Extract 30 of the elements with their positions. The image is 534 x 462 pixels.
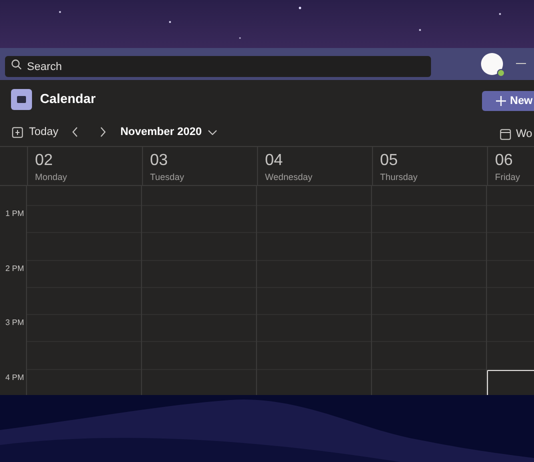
view-switcher[interactable]: Wo <box>500 126 532 142</box>
weekday-label: Tuesday <box>150 171 184 184</box>
weekday-label: Monday <box>35 171 68 184</box>
search-field[interactable]: Search <box>5 56 431 77</box>
day-number: 03 <box>150 151 168 171</box>
search-icon <box>11 58 22 70</box>
avatar[interactable] <box>481 53 503 75</box>
previous-icon[interactable] <box>72 127 78 137</box>
weekday-label: Friday <box>495 171 520 184</box>
weekday-label: Thursday <box>380 171 418 184</box>
weekday-label: Wednesday <box>265 171 312 184</box>
page-title: Calendar <box>40 90 96 108</box>
minimize-icon[interactable] <box>516 63 526 65</box>
day-number: 06 <box>495 151 513 171</box>
next-icon[interactable] <box>100 127 106 137</box>
plus-icon <box>496 96 506 106</box>
today-button[interactable]: Today <box>12 124 58 140</box>
chevron-down-icon <box>208 130 217 134</box>
day-number: 04 <box>265 151 283 171</box>
month-picker[interactable]: November 2020 <box>120 124 217 140</box>
time-label: 3 PM <box>5 317 24 329</box>
time-label: 4 PM <box>5 372 24 384</box>
time-label: 2 PM <box>5 262 24 274</box>
time-label: 1 PM <box>5 208 24 220</box>
calendar-icon <box>500 128 511 140</box>
new-meeting-button[interactable]: New <box>482 91 534 111</box>
calendar-icon <box>12 126 23 138</box>
day-number: 02 <box>35 151 53 171</box>
day-number: 05 <box>380 151 398 171</box>
calendar-app-icon <box>11 88 32 110</box>
